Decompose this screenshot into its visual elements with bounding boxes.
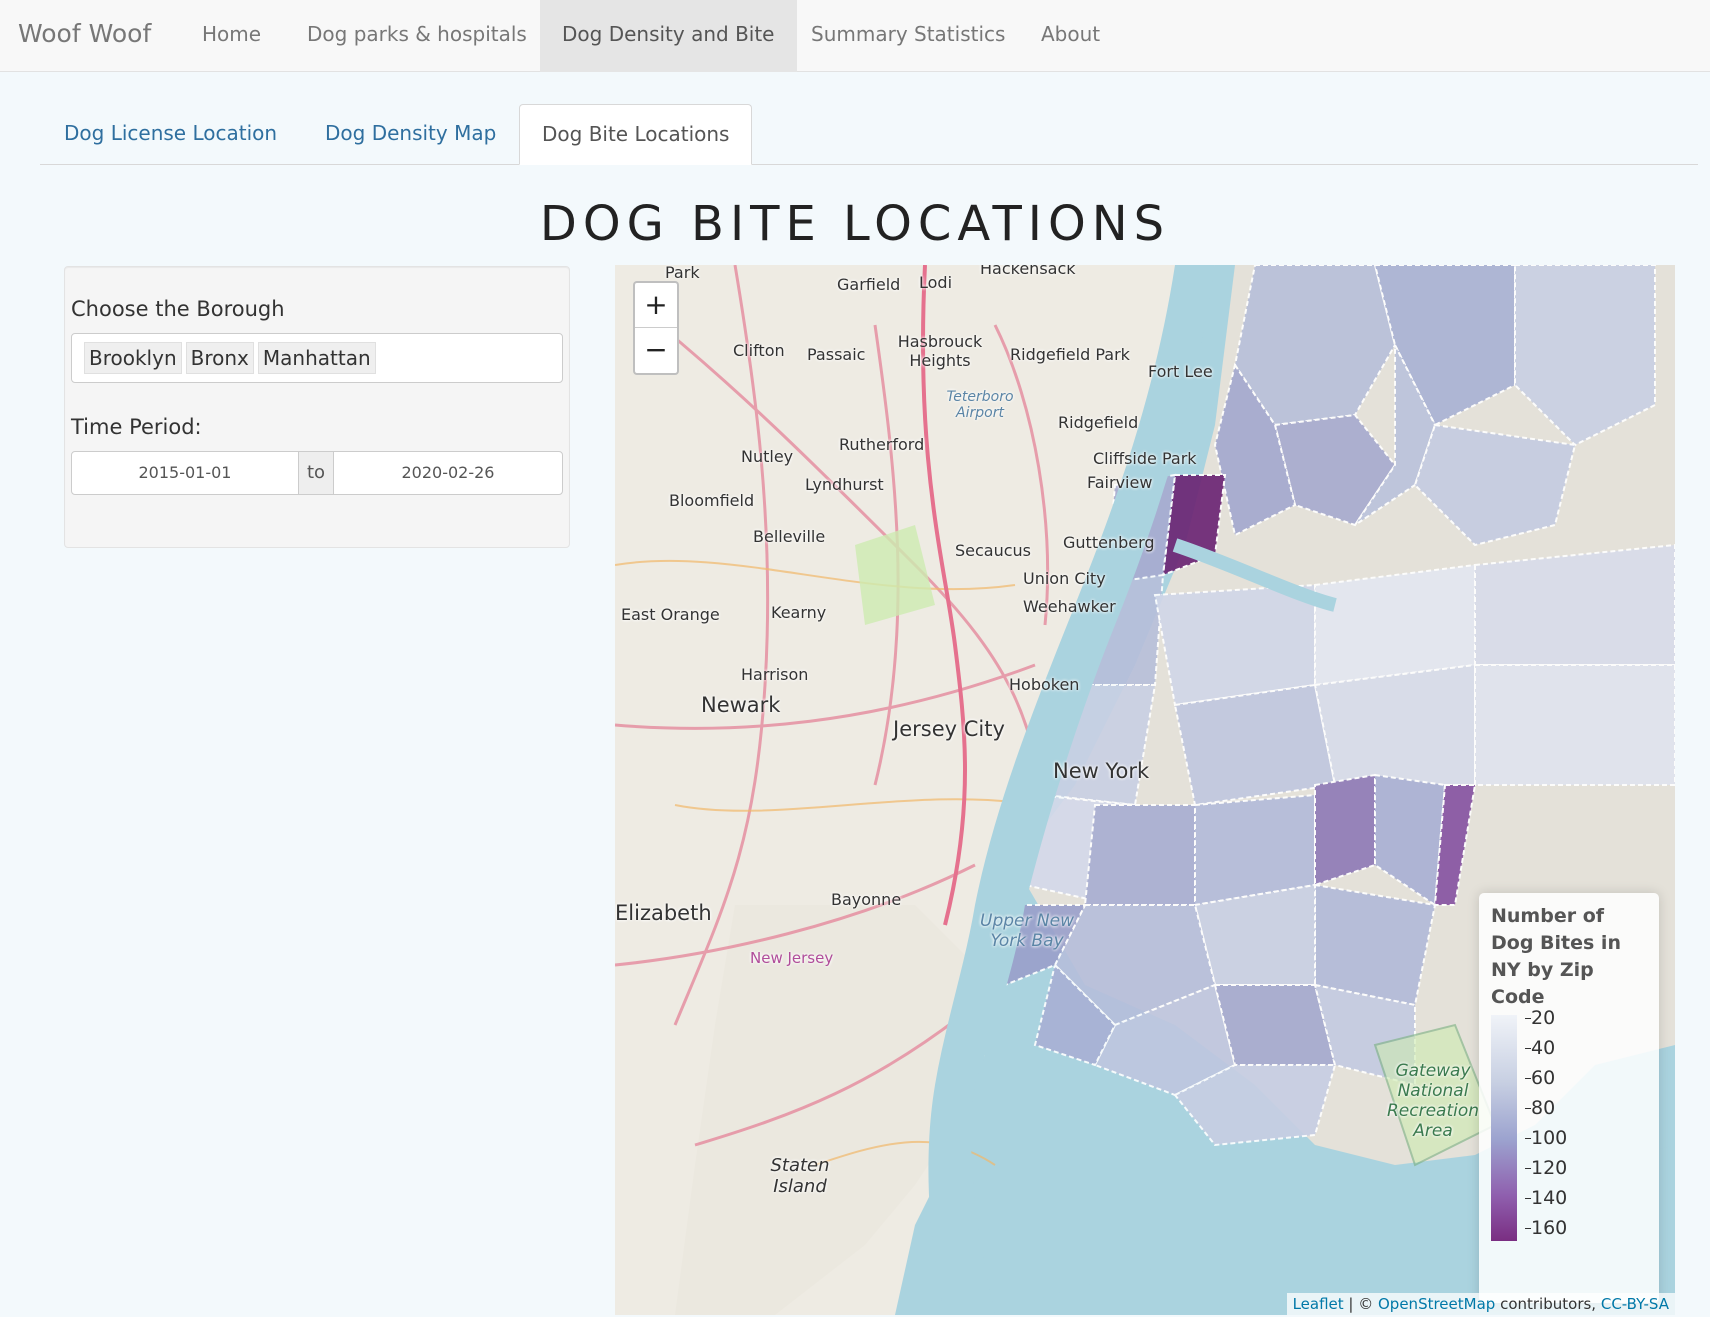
navbar: Woof Woof Home Dog parks & hospitals Dog…	[0, 0, 1710, 72]
attribution-contrib: contributors,	[1495, 1295, 1601, 1313]
nav-summary-statistics[interactable]: Summary Statistics	[789, 0, 1027, 72]
map-label: Cliffside Park	[1093, 449, 1197, 468]
borough-chip[interactable]: Manhattan	[257, 342, 376, 374]
tab-dog-density-map[interactable]: Dog Density Map	[303, 104, 518, 165]
map-label: New York	[1053, 759, 1150, 783]
legend-title: Number of Dog Bites in NY by Zip Code	[1491, 905, 1621, 1008]
nav-dog-density-bite[interactable]: Dog Density and Bite	[540, 0, 797, 72]
map-label: Newark	[701, 693, 781, 717]
map-label: Lodi	[919, 273, 953, 292]
map-label: Hoboken	[1009, 675, 1080, 694]
map-label: Fort Lee	[1148, 362, 1213, 381]
date-end-input[interactable]: 2020-02-26	[334, 452, 562, 494]
zoom-control: + −	[633, 281, 679, 375]
leaflet-map[interactable]: Park Hackensack Garfield Lodi Clifton Pa…	[615, 265, 1675, 1315]
map-label: Garfield	[837, 275, 901, 294]
borough-label: Choose the Borough	[71, 297, 285, 321]
map-label: Secaucus	[955, 541, 1032, 560]
date-range-input: 2015-01-01 to 2020-02-26	[71, 451, 563, 495]
osm-link[interactable]: OpenStreetMap	[1378, 1295, 1495, 1313]
borough-chip[interactable]: Brooklyn	[84, 342, 182, 374]
map-attribution: Leaflet | © OpenStreetMap contributors, …	[1286, 1293, 1675, 1315]
tab-dog-bite-locations[interactable]: Dog Bite Locations	[519, 104, 753, 165]
map-label: Passaic	[807, 345, 866, 364]
map-label: Gateway National Recreation Area	[1386, 1061, 1480, 1141]
borough-chip[interactable]: Bronx	[185, 342, 254, 374]
nav-dog-parks-hospitals[interactable]: Dog parks & hospitals	[285, 0, 549, 72]
map-label: Hackensack	[980, 265, 1076, 278]
date-range-separator: to	[298, 452, 334, 494]
zoom-out-button[interactable]: −	[635, 328, 677, 373]
map-label: Park	[665, 265, 700, 282]
legend-tick: 140	[1524, 1187, 1568, 1209]
map-label: Guttenberg	[1063, 533, 1155, 552]
map-label: Rutherford	[839, 435, 925, 454]
map-label: Fairview	[1087, 473, 1153, 492]
map-label: East Orange	[621, 605, 720, 624]
map-label: Bloomfield	[669, 491, 755, 510]
map-label: Harrison	[741, 665, 809, 684]
legend-color-bar	[1491, 1015, 1517, 1241]
brand-title[interactable]: Woof Woof	[18, 0, 151, 68]
zoom-in-button[interactable]: +	[635, 283, 677, 328]
legend-tick: 120	[1524, 1157, 1568, 1179]
map-label: Kearny	[771, 603, 827, 622]
borough-select[interactable]: Brooklyn Bronx Manhattan	[71, 333, 563, 383]
legend-tick: 60	[1524, 1067, 1556, 1089]
legend-tick: 20	[1524, 1007, 1556, 1029]
nav-about[interactable]: About	[1019, 0, 1122, 72]
legend-tick: 100	[1524, 1127, 1568, 1149]
map-label: New Jersey	[750, 949, 834, 967]
legend-tick: 160	[1524, 1217, 1568, 1239]
map-label: Lyndhurst	[805, 475, 884, 494]
legend-tick: 80	[1524, 1097, 1556, 1119]
map-label: Staten Island	[770, 1155, 830, 1197]
map-label: Teterboro Airport	[946, 389, 1014, 421]
map-label: Hasbrouck Heights	[897, 332, 983, 370]
nav-home[interactable]: Home	[180, 0, 283, 72]
time-period-label: Time Period:	[71, 415, 202, 439]
sidebar-panel: Choose the Borough Brooklyn Bronx Manhatta…	[64, 266, 570, 548]
map-label: Elizabeth	[615, 901, 712, 925]
map-label: Ridgefield	[1058, 413, 1139, 432]
attribution-sep: | ©	[1343, 1295, 1378, 1313]
map-label: Bayonne	[831, 890, 902, 909]
legend-tick: 40	[1524, 1037, 1556, 1059]
map-label: Clifton	[733, 341, 785, 360]
license-link[interactable]: CC-BY-SA	[1601, 1295, 1669, 1313]
map-legend: Number of Dog Bites in NY by Zip Code 20…	[1479, 893, 1659, 1303]
map-label: Nutley	[741, 447, 794, 466]
map-label: Jersey City	[893, 717, 1005, 741]
map-label: Ridgefield Park	[1010, 345, 1130, 364]
leaflet-link[interactable]: Leaflet	[1293, 1295, 1344, 1313]
page-title: DOG BITE LOCATIONS	[539, 196, 1171, 252]
map-label: Union City	[1023, 569, 1106, 588]
date-start-input[interactable]: 2015-01-01	[72, 452, 298, 494]
tab-dog-license-location[interactable]: Dog License Location	[42, 104, 299, 165]
map-label: Upper New York Bay	[980, 911, 1074, 951]
map-label: Weehawker	[1023, 597, 1116, 616]
map-label: Belleville	[753, 527, 826, 546]
